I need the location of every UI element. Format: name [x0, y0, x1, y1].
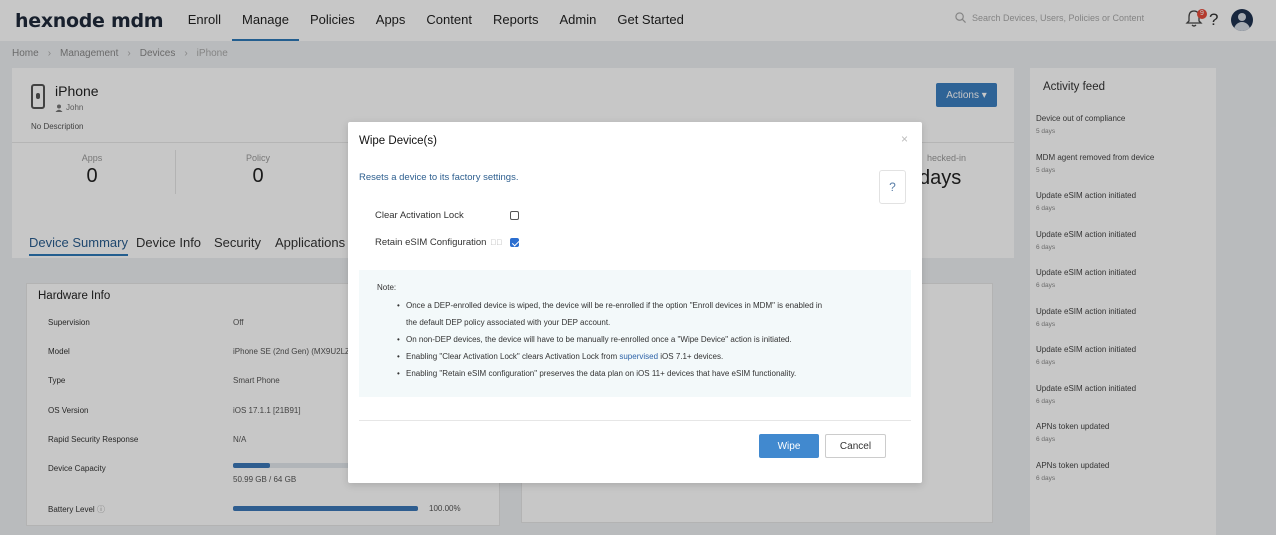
wipe-button[interactable]: Wipe: [759, 434, 819, 458]
note-item-cont: the default DEP policy associated with y…: [406, 318, 611, 327]
retain-esim-checkbox[interactable]: [510, 238, 519, 247]
modal-subtitle: Resets a device to its factory settings.: [359, 172, 519, 183]
wipe-device-modal: Wipe Device(s) × Resets a device to its …: [348, 122, 922, 483]
note-item: Enabling "Clear Activation Lock" clears …: [397, 348, 897, 365]
modal-footer-divider: [359, 420, 911, 421]
cancel-button[interactable]: Cancel: [825, 434, 886, 458]
note-item: On non-DEP devices, the device will have…: [397, 331, 897, 348]
close-icon[interactable]: ×: [901, 132, 908, 146]
note-item: Enabling "Retain eSIM configuration" pre…: [397, 365, 897, 382]
note-text: iOS 7.1+ devices.: [658, 352, 724, 361]
note-box: Note: Once a DEP-enrolled device is wipe…: [359, 270, 911, 397]
option-label: Retain eSIM Configuration: [375, 237, 487, 248]
note-heading: Note:: [377, 283, 397, 292]
option-label: Clear Activation Lock: [375, 210, 464, 221]
help-button[interactable]: ?: [879, 170, 906, 204]
verified-check-icon: ✓⃝: [490, 238, 503, 247]
clear-activation-lock-checkbox[interactable]: [510, 211, 519, 220]
note-list: Once a DEP-enrolled device is wiped, the…: [397, 297, 897, 382]
supervised-link[interactable]: supervised: [619, 352, 658, 361]
modal-title: Wipe Device(s): [359, 135, 437, 147]
note-text: Enabling "Clear Activation Lock" clears …: [406, 352, 620, 361]
note-item: Once a DEP-enrolled device is wiped, the…: [397, 297, 897, 314]
option-retain-esim: Retain eSIM Configuration ✓⃝: [375, 237, 502, 248]
option-clear-activation-lock: Clear Activation Lock: [375, 210, 464, 221]
